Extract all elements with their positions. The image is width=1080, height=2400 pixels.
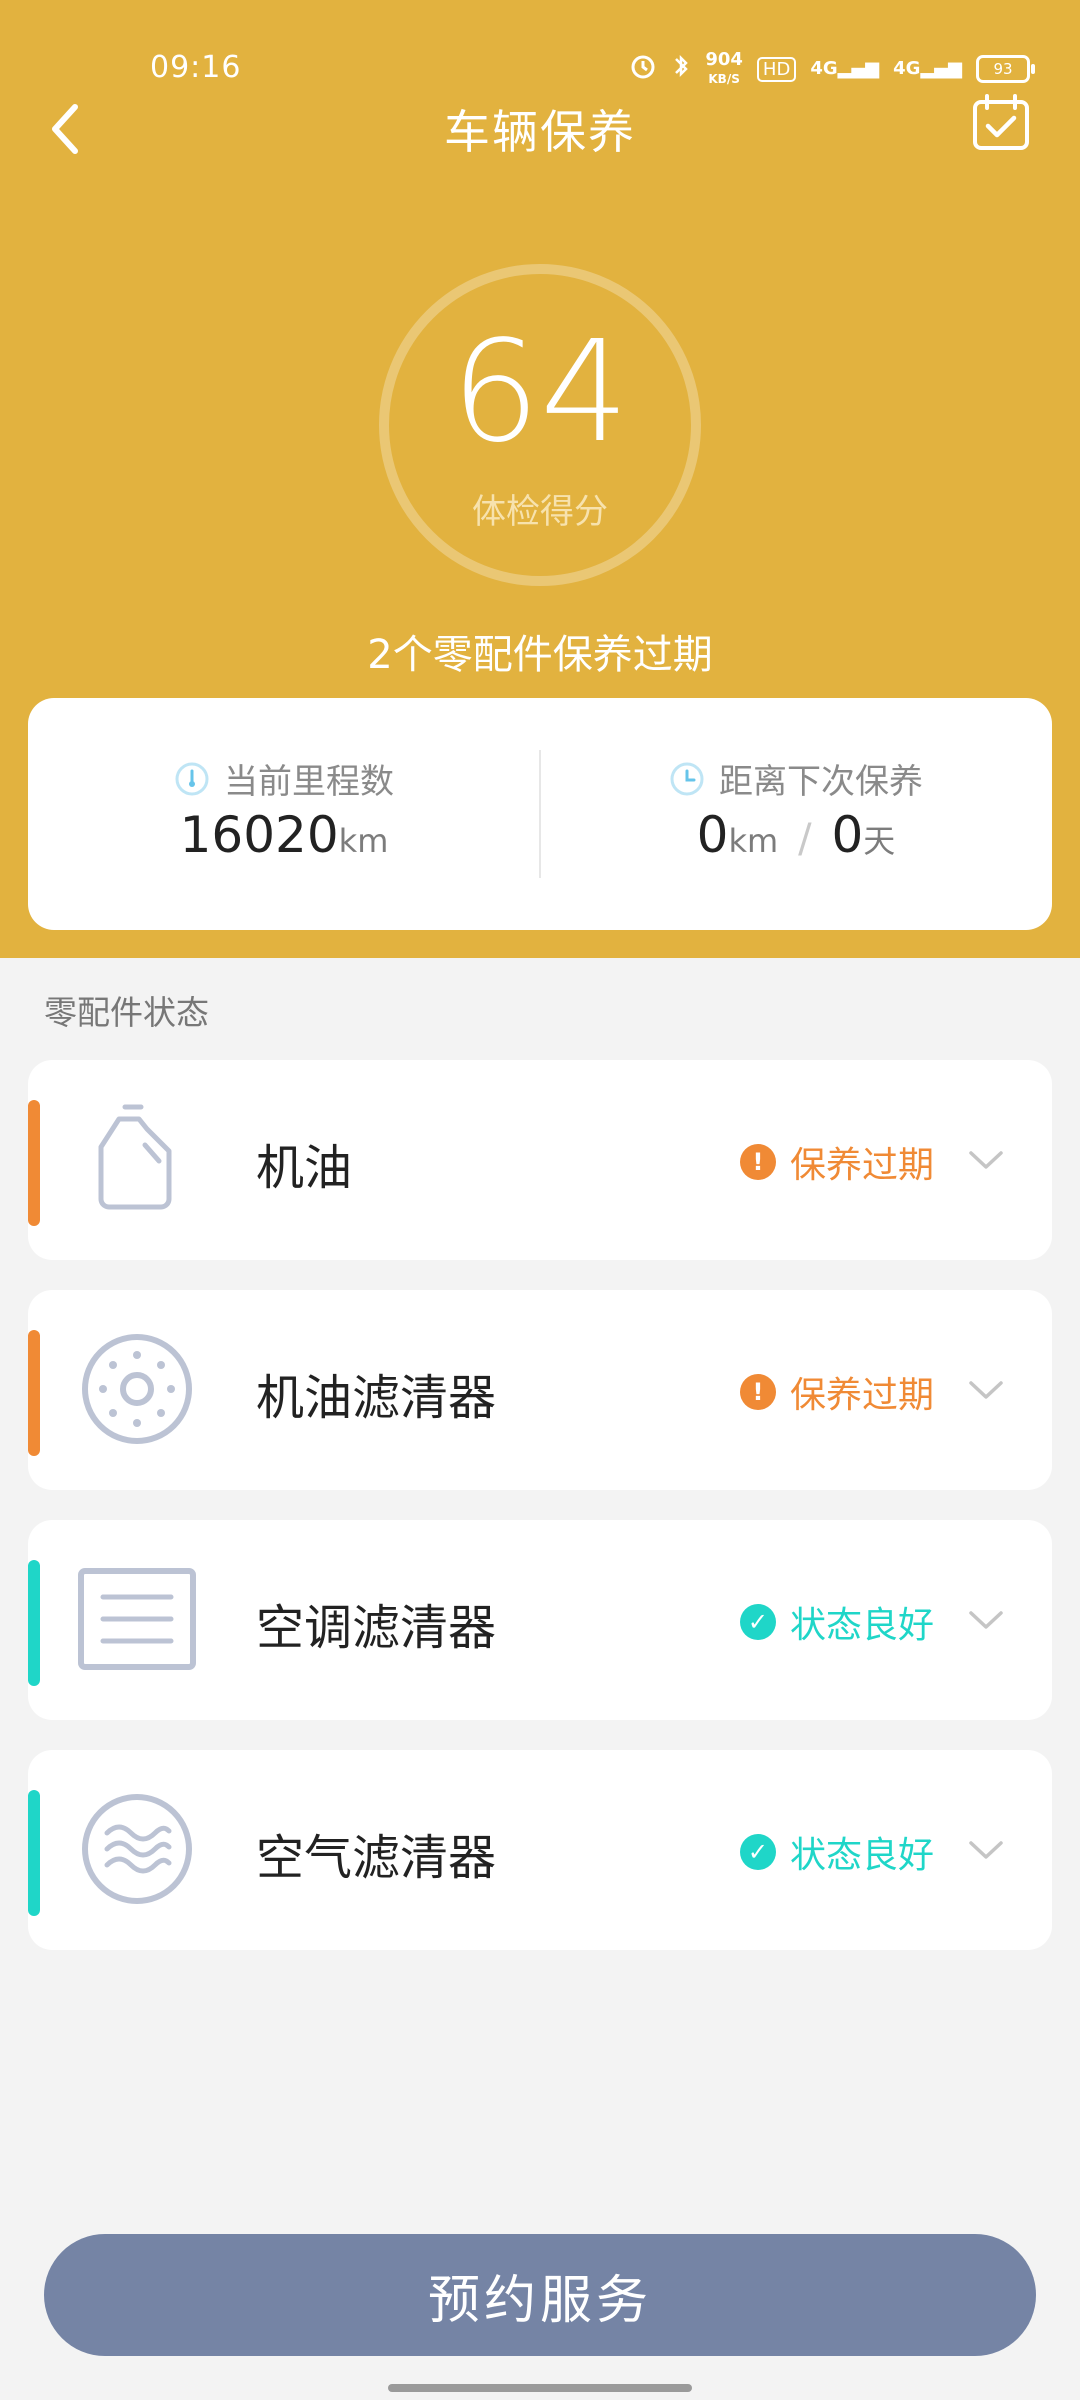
part-card[interactable]: 空气滤清器 ✓ 状态良好: [28, 1750, 1052, 1950]
part-card[interactable]: 机油 ! 保养过期: [28, 1060, 1052, 1260]
check-icon: ✓: [739, 1604, 776, 1640]
part-name: 空调滤清器: [256, 1600, 497, 1656]
part-name: 空气滤清器: [256, 1830, 497, 1886]
mileage-value: 16020km: [179, 806, 389, 864]
part-card[interactable]: 空调滤清器 ✓ 状态良好: [28, 1520, 1052, 1720]
chevron-down-icon: [969, 1841, 1003, 1859]
mileage-section: 当前里程数 16020km: [28, 698, 540, 930]
header-panel: 09:16 904 KB/S HD 4G▂▄▆ 4G▂▄▆ 93 车辆保养 64…: [0, 0, 1080, 958]
bluetooth-icon: [671, 52, 691, 86]
health-score: 64: [450, 311, 630, 474]
status-accent: [28, 1790, 40, 1916]
summary-card: 当前里程数 16020km 距离下次保养 0km / 0天: [28, 698, 1052, 930]
calendar-check-icon: [973, 94, 1029, 150]
ac-filter-icon: [76, 1558, 198, 1680]
part-card[interactable]: 机油滤清器 ! 保养过期: [28, 1290, 1052, 1490]
battery-icon: 93: [976, 55, 1035, 83]
part-status-text: 保养过期: [789, 1145, 934, 1186]
alarm-icon: [629, 52, 657, 86]
expand-button[interactable]: [964, 1828, 1008, 1872]
chevron-down-icon: [969, 1611, 1003, 1629]
status-icons: 904 KB/S HD 4G▂▄▆ 4G▂▄▆ 93: [629, 50, 1035, 86]
oil-filter-icon: [76, 1328, 198, 1450]
page-title: 车辆保养: [444, 105, 636, 159]
warning-icon: !: [739, 1374, 776, 1410]
status-accent: [28, 1330, 40, 1456]
signal-icon-2: 4G▂▄▆: [893, 58, 962, 79]
home-indicator[interactable]: [388, 2384, 692, 2392]
signal-icon: 4G▂▄▆: [810, 58, 880, 79]
part-status: ! 保养过期: [739, 1136, 934, 1188]
calendar-button[interactable]: [966, 88, 1036, 158]
status-accent: [28, 1100, 40, 1226]
part-status-text: 保养过期: [789, 1375, 934, 1416]
warning-icon: !: [739, 1144, 776, 1180]
oil-bottle-icon: [76, 1098, 198, 1220]
mileage-icon: [175, 762, 209, 795]
hd-icon: HD: [756, 56, 797, 82]
status-time: 09:16: [150, 50, 242, 85]
expand-button[interactable]: [964, 1368, 1008, 1412]
mileage-label: 当前里程数: [224, 762, 394, 802]
book-service-button[interactable]: 预约服务: [44, 2234, 1036, 2356]
chevron-down-icon: [969, 1381, 1003, 1399]
next-maintenance-label: 距离下次保养: [719, 762, 923, 802]
next-maintenance-section: 距离下次保养 0km / 0天: [540, 698, 1052, 930]
part-status-text: 状态良好: [789, 1605, 934, 1646]
part-status: ✓ 状态良好: [739, 1826, 934, 1878]
part-name: 机油滤清器: [256, 1370, 497, 1426]
part-status-text: 状态良好: [789, 1835, 934, 1876]
next-maintenance-value: 0km / 0天: [696, 806, 896, 864]
health-score-label: 体检得分: [472, 492, 608, 532]
check-icon: ✓: [739, 1834, 776, 1870]
air-filter-icon: [76, 1788, 198, 1910]
clock-icon: [670, 762, 704, 795]
part-name: 机油: [256, 1140, 353, 1196]
part-status: ✓ 状态良好: [739, 1596, 934, 1648]
expired-summary: 2个零配件保养过期: [367, 632, 713, 678]
status-accent: [28, 1560, 40, 1686]
expand-button[interactable]: [964, 1598, 1008, 1642]
part-status: ! 保养过期: [739, 1366, 934, 1418]
parts-section-title: 零配件状态: [44, 993, 209, 1032]
top-app-bar: 车辆保养: [0, 82, 1080, 172]
expand-button[interactable]: [964, 1138, 1008, 1182]
chevron-down-icon: [969, 1151, 1003, 1169]
